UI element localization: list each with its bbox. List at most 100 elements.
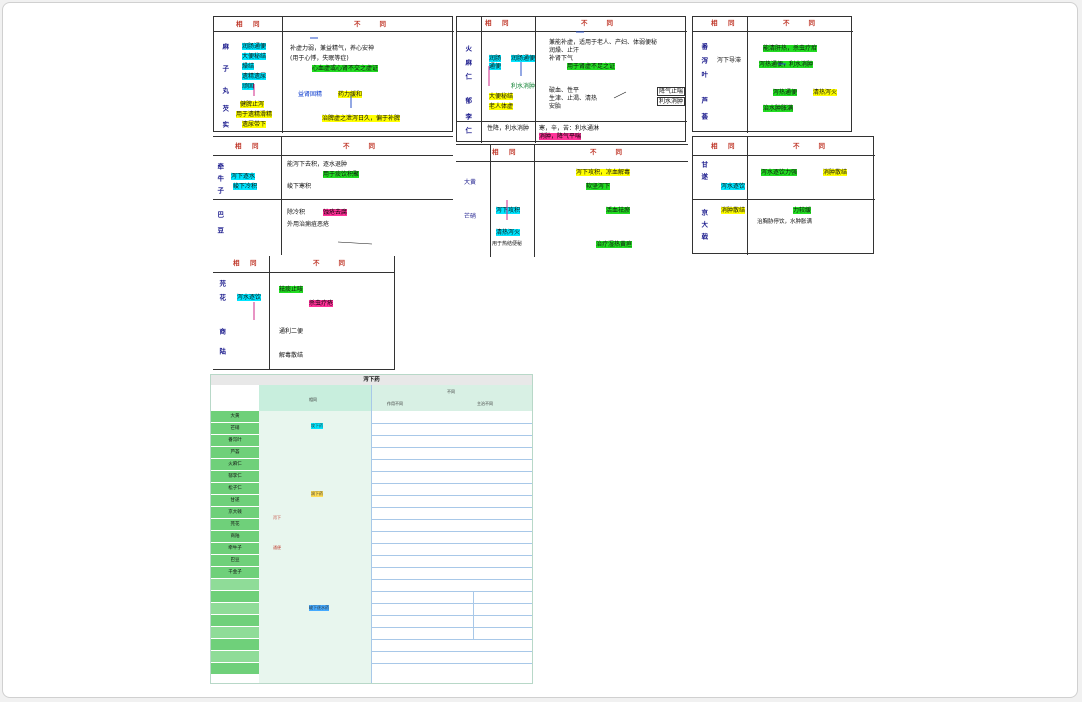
diff-text: 益肾固精 xyxy=(298,91,323,98)
row-label: 叶 xyxy=(699,71,708,81)
comparison-panel-4: 相 同 不 同 牵 牛 子 巴 豆 泻下逐水 峻下冷积 能泻下去积，逐水退肿 用… xyxy=(213,136,453,255)
table-row: 番泻叶 xyxy=(211,435,259,447)
header-diff: 不 同 xyxy=(313,259,347,267)
group-label: 通便 xyxy=(273,545,281,550)
row-label: 遂 xyxy=(699,173,708,183)
header-same: 相 同 xyxy=(235,142,261,150)
row-label: 戟 xyxy=(699,233,708,243)
same-item: 老人体虚 xyxy=(489,103,514,111)
diff-text: 清热泻火 xyxy=(813,89,838,97)
row-label: 花 xyxy=(217,294,226,304)
row-label: 陆 xyxy=(217,348,226,358)
row-label: 牵 xyxy=(215,163,224,173)
group-label: 攻下药 xyxy=(311,423,323,429)
comparison-panel-6: 相 同 不 同 甘 遂 京 大 戟 泻水逐饮 消肿散结 泻水逐饮力强 消肿散结 … xyxy=(692,136,875,255)
header-same: 相 同 xyxy=(233,259,259,267)
row-label: 京 xyxy=(699,209,708,219)
row-label: 郁 xyxy=(463,97,472,107)
diff-text: 外用治痈疽恶疮 xyxy=(287,221,330,228)
note-box: 利水消肿 xyxy=(657,97,686,107)
diff-text: 补肾下气 xyxy=(549,55,574,62)
row-label: 仁 xyxy=(463,127,472,137)
header-diff: 不 同 xyxy=(354,20,388,28)
header-same: 相 同 xyxy=(236,20,262,28)
table-row: 芫花 xyxy=(211,519,259,531)
row-label: 硝 xyxy=(470,213,477,220)
row-label: 芦 xyxy=(699,97,708,107)
diff-text: 补虚力弱，兼益精气，养心安神 xyxy=(290,45,375,52)
diff-text: 治脾虚之泄泻日久，偏于补脾 xyxy=(322,115,401,123)
diff-text: 解毒散结 xyxy=(279,352,304,359)
same-item: 遗尿带下 xyxy=(242,121,267,129)
row-label: 泻 xyxy=(699,57,708,67)
same-item: 大便秘结 xyxy=(489,93,514,101)
table-row: 芒硝 xyxy=(211,423,259,435)
row-label: 麻 xyxy=(220,43,229,53)
row-label: 荟 xyxy=(699,113,708,123)
diff-text: 生津、止渴、清热 xyxy=(549,95,598,102)
table-header: 作用不同 xyxy=(387,401,403,406)
same-item: 用于遗精滑精 xyxy=(236,111,273,119)
diff-text: 杀虫疗疮 xyxy=(309,300,334,308)
same-item: 泻下攻积 xyxy=(496,207,521,215)
header-same: 相 同 xyxy=(711,19,737,27)
row-label: 牛 xyxy=(215,175,224,185)
same-item: 遗精遗尿 xyxy=(242,73,267,81)
diff-text: 治疗湿热黄疸 xyxy=(596,241,633,249)
diff-text: 用于痰饮积聚 xyxy=(323,171,360,179)
row-label: 甘 xyxy=(699,161,708,171)
table-row: 商陆 xyxy=(211,531,259,543)
same-item: 润肠 xyxy=(489,55,502,63)
group-label: 泻下 xyxy=(273,515,281,520)
table-title: 泻下药 xyxy=(211,375,532,385)
same-item: 泻水逐饮 xyxy=(721,183,746,191)
diff-text: 寒，辛，苦：利水通淋 xyxy=(539,125,600,132)
comparison-panel-1: 相 同 不 同 麻 子 丸 芡 实 润肠通便 大便秘结 燥结 遗精遗尿 顽固 健… xyxy=(213,16,454,133)
row-label: 商 xyxy=(217,328,226,338)
row-label: 丸 xyxy=(220,87,229,97)
comparison-panel-5: 相 同 不 同 大 黄 芒 硝 泻下攻积 清热泻火 用于热结便秘 泻下攻积，凉血… xyxy=(456,144,688,257)
diff-text: 峻下寒积 xyxy=(287,183,312,190)
same-item: 消肿散结 xyxy=(721,207,746,215)
header-diff: 不 同 xyxy=(793,142,827,150)
diff-text: 消肿，降气平喘 xyxy=(539,133,582,141)
same-item: 大便秘结 xyxy=(242,53,267,61)
header-same: 相 同 xyxy=(492,148,518,156)
diff-text: 通利二便 xyxy=(279,328,304,335)
diff-text: 能泻下去积，逐水退肿 xyxy=(287,161,348,168)
table-row: 大黄 xyxy=(211,411,259,423)
diff-text: 活血祛瘀 xyxy=(606,207,631,215)
row-label: 实 xyxy=(220,121,229,131)
row-label: 仁 xyxy=(463,73,472,83)
row-label: 芡 xyxy=(220,105,229,115)
same-item: 清热泻火 xyxy=(496,229,521,237)
same-item: 润肠通便 xyxy=(511,55,536,63)
row-label: 黄 xyxy=(470,179,477,186)
same-item: 泻下逐水 xyxy=(231,173,256,181)
diff-text: 治胸胁停饮，水肿胀满 xyxy=(757,219,813,225)
diff-text: 兼能补虚，适用于老人、产妇、体弱便秘 xyxy=(549,39,658,46)
diff-text: 泻热通便 xyxy=(773,89,798,97)
table-header: 相同 xyxy=(309,397,317,402)
table-row: 牵牛子 xyxy=(211,543,259,555)
row-label: 火 xyxy=(463,45,472,55)
comparison-panel-7: 相 同 不 同 芫 花 商 陆 泻水逐饮 祛痰止咳 杀虫疗疮 通利二便 解毒散结 xyxy=(213,256,395,370)
table-row: 千金子 xyxy=(211,567,259,579)
table-row: 芦荟 xyxy=(211,447,259,459)
diff-text: 泻下攻积，凉血解毒 xyxy=(576,169,631,177)
diff-text: 泻热通便，利水消肿 xyxy=(759,61,814,69)
same-item: 通便 xyxy=(489,63,502,71)
row-label: 豆 xyxy=(215,227,224,237)
diff-text: 性降，利水消肿 xyxy=(487,125,530,132)
same-item: 利水消肿 xyxy=(511,83,536,90)
diff-text: (用于心悸，失眠等症) xyxy=(290,55,349,62)
diff-text: 心血虚或心肾不交之虚证 xyxy=(312,65,379,73)
header-diff: 不 同 xyxy=(343,142,377,150)
row-label: 巴 xyxy=(215,211,224,221)
diff-text: 力较缓 xyxy=(793,207,812,215)
diff-text: 祛痰止咳 xyxy=(279,286,304,294)
group-label: 润下药 xyxy=(311,491,323,497)
header-diff: 不 同 xyxy=(581,19,615,27)
row-label: 大 xyxy=(699,221,708,231)
diff-text: 治水肿胀满 xyxy=(763,105,794,113)
